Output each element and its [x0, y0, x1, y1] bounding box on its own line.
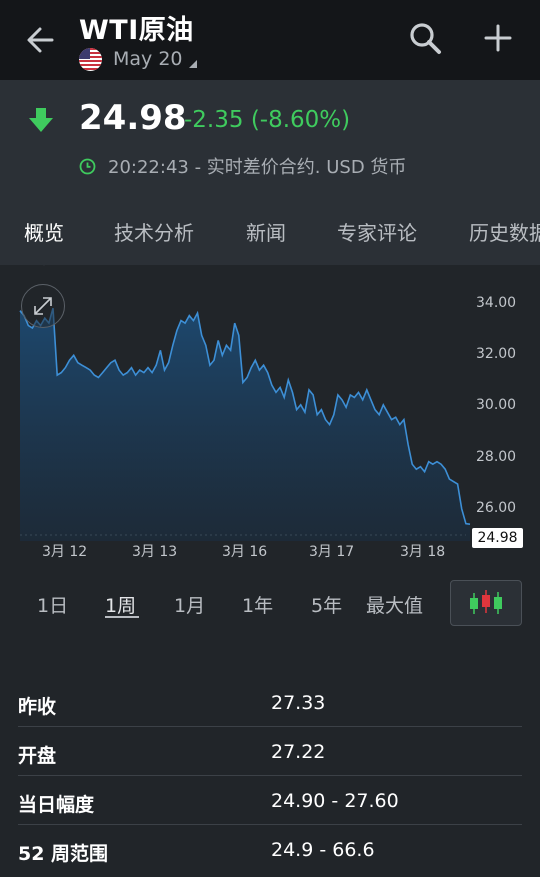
range-1d[interactable]: 1日 [37, 591, 68, 618]
price-change: -2.35 (-8.60%) [184, 107, 351, 133]
back-arrow-icon[interactable] [22, 20, 62, 60]
last-price-marker: 24.98 [472, 528, 523, 548]
tab-history[interactable]: 历史数据 [469, 217, 540, 246]
stat-label: 开盘 [18, 745, 57, 767]
active-range-underline [105, 616, 139, 618]
y-tick-label: 32.00 [476, 346, 517, 362]
chart-plot [19, 307, 471, 541]
candlestick-chart-button[interactable] [450, 580, 522, 626]
y-tick-label: 28.00 [476, 449, 517, 465]
range-5y[interactable]: 5年 [311, 591, 342, 618]
x-tick-label: 3月 17 [309, 544, 355, 560]
stat-row-day-range: 当日幅度 24.90 - 27.60 [18, 776, 522, 825]
y-tick-label: 26.00 [476, 500, 517, 516]
section-tabs: 概览 技术分析 新闻 专家评论 历史数据 [0, 191, 540, 265]
expand-chart-icon[interactable] [21, 284, 65, 328]
stat-value: 24.9 - 66.6 [271, 839, 375, 861]
stat-label: 当日幅度 [18, 794, 95, 816]
stat-label: 昨收 [18, 696, 57, 718]
quote-panel: 24.98 -2.35 (-8.60%) 20:22:43 - 实时差价合约. … [0, 80, 540, 191]
stat-label: 52 周范围 [18, 843, 109, 865]
stat-row-open: 开盘 27.22 [18, 727, 522, 776]
x-tick-label: 3月 13 [132, 544, 178, 560]
range-1w[interactable]: 1周 [105, 591, 136, 618]
stat-value: 27.22 [271, 741, 326, 763]
chart-area [20, 308, 470, 541]
add-icon[interactable] [478, 18, 518, 58]
app-bar: WTI原油 May 20 [0, 0, 540, 80]
stat-row-prev-close: 昨收 27.33 [18, 678, 522, 727]
tab-analysis[interactable]: 专家评论 [337, 217, 417, 246]
quote-time-info: 20:22:43 - 实时差价合约. USD 货币 [108, 157, 407, 178]
last-price: 24.98 [79, 98, 187, 138]
tab-overview[interactable]: 概览 [24, 217, 64, 246]
quote-time-row: 20:22:43 - 实时差价合约. USD 货币 [79, 153, 406, 179]
page-title: WTI原油 [79, 15, 194, 46]
contract-selector[interactable]: May 20 [79, 46, 197, 72]
tab-news[interactable]: 新闻 [246, 217, 286, 246]
tab-technical[interactable]: 技术分析 [114, 217, 194, 246]
y-tick-label: 34.00 [476, 295, 517, 311]
x-tick-label: 3月 18 [400, 544, 446, 560]
dropdown-caret-icon [188, 60, 197, 68]
candlestick-icon [470, 590, 502, 614]
us-flag-icon [79, 47, 102, 71]
stat-value: 24.90 - 27.60 [271, 790, 399, 812]
price-chart[interactable]: 34.00 32.00 30.00 28.00 26.00 24.98 3月 1… [0, 266, 540, 570]
range-1y[interactable]: 1年 [242, 591, 273, 618]
x-tick-label: 3月 12 [42, 544, 88, 560]
clock-icon [79, 158, 96, 175]
search-icon[interactable] [405, 18, 445, 58]
down-arrow-icon [28, 106, 54, 134]
range-max[interactable]: 最大值 [366, 591, 423, 618]
y-tick-label: 30.00 [476, 397, 517, 413]
range-1m[interactable]: 1月 [174, 591, 205, 618]
stat-value: 27.33 [271, 692, 326, 714]
active-tab-indicator [36, 258, 52, 266]
stat-row-52w-range: 52 周范围 24.9 - 66.6 [18, 825, 522, 874]
x-tick-label: 3月 16 [222, 544, 268, 560]
contract-label: May 20 [113, 48, 183, 70]
